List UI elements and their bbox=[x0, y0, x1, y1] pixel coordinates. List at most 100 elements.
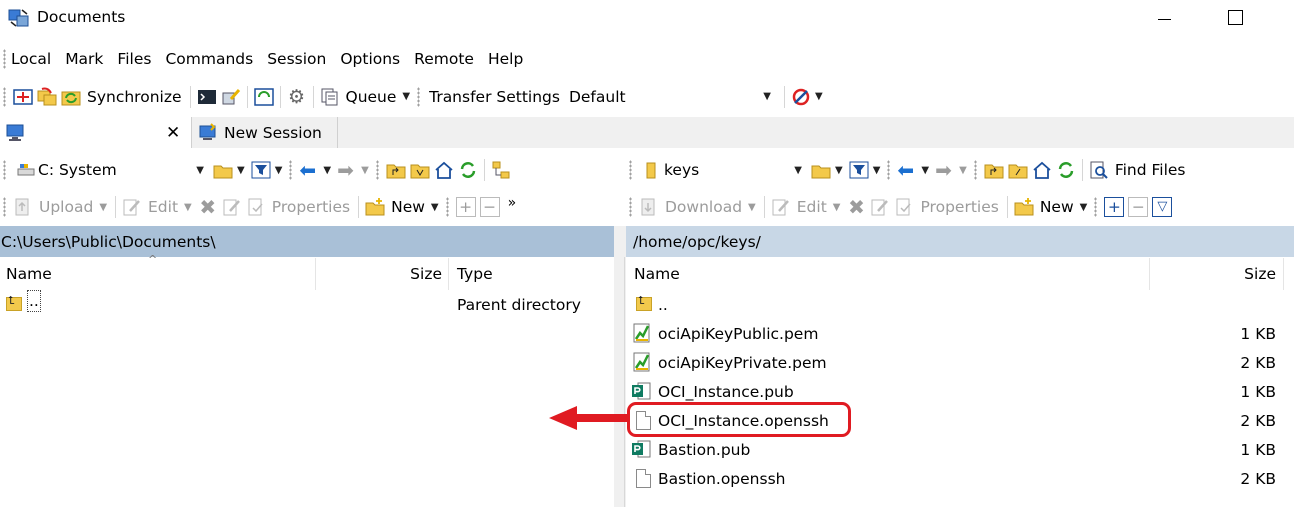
transfer-preset-select[interactable]: Default ▼ bbox=[563, 83, 780, 110]
delete-icon[interactable]: ✖ bbox=[846, 197, 866, 217]
select-files-icon[interactable]: + bbox=[455, 197, 476, 217]
chevron-down-icon[interactable]: ▼ bbox=[1080, 202, 1088, 213]
refresh-icon[interactable] bbox=[1056, 160, 1076, 180]
open-folder-icon[interactable] bbox=[811, 160, 831, 180]
menu-help[interactable]: Help bbox=[488, 50, 523, 68]
list-item[interactable]: .. Parent directory bbox=[0, 290, 614, 319]
unselect-files-icon[interactable]: − bbox=[1128, 197, 1149, 217]
synchronize-folders-icon[interactable] bbox=[37, 87, 57, 107]
chevron-down-icon[interactable]: ▼ bbox=[237, 165, 245, 176]
chevron-down-icon[interactable]: ▼ bbox=[815, 91, 823, 102]
minimize-button[interactable] bbox=[1150, 4, 1180, 32]
putty-icon[interactable] bbox=[221, 87, 241, 107]
tree-view-icon[interactable] bbox=[491, 160, 511, 180]
toolbar-grip[interactable] bbox=[3, 160, 6, 180]
toolbar-grip[interactable] bbox=[289, 160, 293, 180]
menu-options[interactable]: Options bbox=[340, 50, 400, 68]
compare-directories-icon[interactable] bbox=[13, 87, 33, 107]
download-icon[interactable] bbox=[639, 197, 659, 217]
rename-icon[interactable] bbox=[222, 197, 242, 217]
delete-icon[interactable]: ✖ bbox=[198, 197, 218, 217]
chevron-down-icon[interactable]: ▼ bbox=[361, 165, 369, 176]
find-files-icon[interactable] bbox=[1089, 160, 1109, 180]
refresh-icon[interactable] bbox=[458, 160, 478, 180]
edit-button[interactable]: Edit bbox=[797, 198, 827, 216]
tab-local-session[interactable]: ✕ bbox=[0, 117, 192, 148]
menu-mark[interactable]: Mark bbox=[65, 50, 103, 68]
forward-arrow-icon[interactable]: ➡ bbox=[935, 160, 955, 180]
home-icon[interactable] bbox=[1032, 160, 1052, 180]
maximize-button[interactable] bbox=[1220, 4, 1250, 32]
properties-icon[interactable] bbox=[246, 197, 266, 217]
properties-button[interactable]: Properties bbox=[272, 198, 350, 216]
open-folder-icon[interactable] bbox=[213, 160, 233, 180]
rename-icon[interactable] bbox=[870, 197, 890, 217]
menu-remote[interactable]: Remote bbox=[414, 50, 474, 68]
chevron-down-icon[interactable]: ▼ bbox=[275, 165, 283, 176]
keep-remote-up-to-date-icon[interactable] bbox=[253, 87, 274, 107]
home-icon[interactable] bbox=[434, 160, 454, 180]
edit-icon[interactable] bbox=[771, 197, 791, 217]
forward-arrow-icon[interactable]: ➡ bbox=[337, 160, 357, 180]
properties-button[interactable]: Properties bbox=[920, 198, 998, 216]
menu-commands[interactable]: Commands bbox=[165, 50, 253, 68]
chevron-down-icon[interactable]: ▼ bbox=[835, 165, 843, 176]
chevron-down-icon[interactable]: ▼ bbox=[323, 165, 331, 176]
menu-local[interactable]: Local bbox=[11, 50, 51, 68]
close-tab-icon[interactable]: ✕ bbox=[166, 123, 180, 143]
edit-button[interactable]: Edit bbox=[148, 198, 178, 216]
list-item[interactable]: Bastion.pub 1 KB bbox=[626, 435, 1294, 464]
chevron-down-icon[interactable]: ▼ bbox=[748, 202, 756, 213]
list-item[interactable]: .. bbox=[626, 290, 1294, 319]
column-name[interactable]: Name ^ bbox=[0, 253, 316, 290]
chevron-down-icon[interactable]: ▼ bbox=[196, 165, 204, 176]
terminal-icon[interactable] bbox=[197, 87, 217, 107]
chevron-down-icon[interactable]: ▼ bbox=[921, 165, 929, 176]
toolbar-grip[interactable] bbox=[887, 160, 891, 180]
new-folder-icon[interactable] bbox=[365, 197, 385, 217]
menu-files[interactable]: Files bbox=[117, 50, 151, 68]
reconnect-icon[interactable] bbox=[791, 87, 811, 107]
list-item[interactable]: ociApiKeyPublic.pem 1 KB bbox=[626, 319, 1294, 348]
unselect-files-icon[interactable]: − bbox=[479, 197, 500, 217]
column-name[interactable]: Name bbox=[626, 258, 1150, 290]
root-directory-icon[interactable] bbox=[1008, 160, 1028, 180]
gear-icon[interactable]: ⚙ bbox=[287, 87, 307, 107]
toolbar-grip[interactable] bbox=[1094, 197, 1098, 217]
chevron-down-icon[interactable]: ▼ bbox=[99, 202, 107, 213]
menu-session[interactable]: Session bbox=[267, 50, 326, 68]
chevron-down-icon[interactable]: ▼ bbox=[794, 165, 802, 176]
back-arrow-icon[interactable]: ⬅ bbox=[299, 160, 319, 180]
toolbar-grip[interactable] bbox=[973, 160, 977, 180]
root-directory-icon[interactable] bbox=[410, 160, 430, 180]
select-files-icon[interactable]: + bbox=[1104, 197, 1125, 217]
column-size[interactable]: Size bbox=[1150, 258, 1284, 290]
new-button[interactable]: New bbox=[1040, 198, 1074, 216]
toolbar-grip[interactable] bbox=[3, 49, 6, 69]
toolbar-grip[interactable] bbox=[417, 86, 421, 107]
panel-splitter[interactable] bbox=[614, 226, 626, 507]
chevron-down-icon[interactable]: ▼ bbox=[833, 202, 841, 213]
chevron-down-icon[interactable]: ▼ bbox=[873, 165, 881, 176]
list-item[interactable]: Bastion.openssh 2 KB bbox=[626, 464, 1294, 493]
local-drive-select[interactable]: C: System ▼ bbox=[11, 157, 211, 183]
toolbar-overflow-icon[interactable]: » bbox=[508, 195, 517, 211]
chevron-down-icon[interactable]: ▼ bbox=[431, 202, 439, 213]
upload-button[interactable]: Upload bbox=[39, 198, 93, 216]
list-item[interactable]: ociApiKeyPrivate.pem 2 KB bbox=[626, 348, 1294, 377]
chevron-down-icon[interactable]: ▼ bbox=[763, 91, 771, 102]
filter-files-icon[interactable]: ▽ bbox=[1152, 197, 1173, 217]
toolbar-grip[interactable] bbox=[629, 197, 632, 217]
parent-directory-icon[interactable] bbox=[984, 160, 1004, 180]
synchronize-button[interactable]: Synchronize bbox=[87, 88, 182, 106]
filter-icon[interactable] bbox=[251, 160, 271, 180]
chevron-down-icon[interactable]: ▼ bbox=[184, 202, 192, 213]
toolbar-grip[interactable] bbox=[629, 160, 632, 180]
toolbar-grip[interactable] bbox=[3, 86, 6, 107]
remote-directory-select[interactable]: keys ▼ bbox=[637, 157, 809, 183]
toolbar-grip[interactable] bbox=[375, 160, 379, 180]
queue-button[interactable]: Queue bbox=[346, 88, 397, 106]
back-arrow-icon[interactable]: ⬅ bbox=[897, 160, 917, 180]
toolbar-grip[interactable] bbox=[445, 197, 449, 217]
chevron-down-icon[interactable]: ▼ bbox=[959, 165, 967, 176]
